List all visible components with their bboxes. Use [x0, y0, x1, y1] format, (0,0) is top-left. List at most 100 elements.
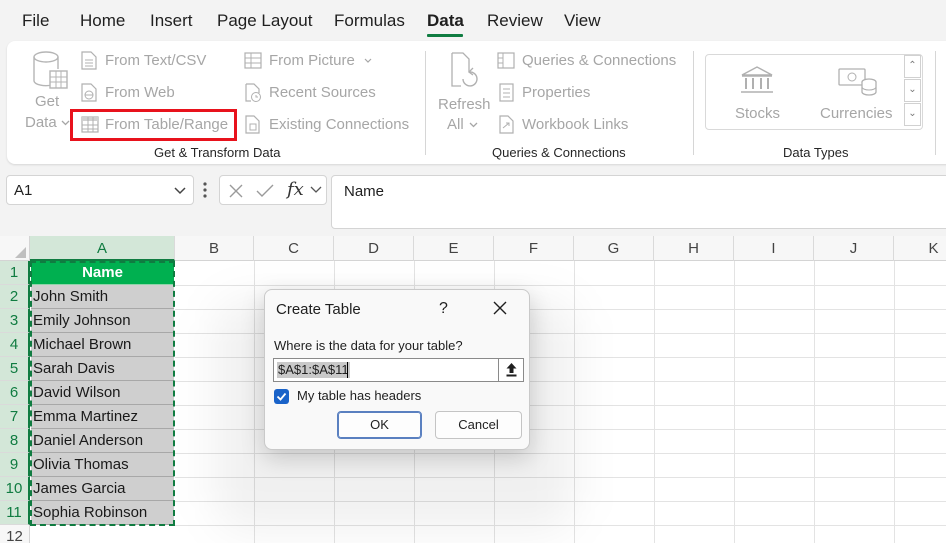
tab-review[interactable]: Review [487, 11, 543, 31]
row-header-4[interactable]: 4 [0, 333, 30, 357]
column-header-i[interactable]: I [734, 236, 814, 261]
picture-table-icon [244, 52, 262, 69]
cell-a10[interactable]: James Garcia [31, 477, 174, 501]
column-header-e[interactable]: E [414, 236, 494, 261]
name-box[interactable]: A1 [6, 175, 194, 205]
row-header-2[interactable]: 2 [0, 285, 30, 309]
cell-a3[interactable]: Emily Johnson [31, 309, 174, 333]
gallery-expand-button[interactable]: ⌄ [904, 103, 921, 126]
column-header-a[interactable]: A [30, 236, 175, 261]
close-icon[interactable] [493, 301, 507, 315]
scroll-down-button[interactable]: ⌄ [904, 79, 921, 102]
queries-connections-button[interactable]: Queries & Connections [497, 50, 687, 72]
from-picture-label: From Picture [269, 52, 355, 69]
properties-label: Properties [522, 84, 591, 101]
group-label-queries: Queries & Connections [492, 145, 626, 160]
from-text-csv-button[interactable]: From Text/CSV [81, 50, 241, 72]
tab-formulas[interactable]: Formulas [334, 11, 405, 31]
chevron-down-icon [469, 122, 478, 128]
recent-sources-icon [245, 83, 261, 102]
tab-data[interactable]: Data [427, 11, 464, 31]
cell-a2[interactable]: John Smith [31, 285, 174, 309]
text-file-icon [81, 51, 97, 70]
existing-connections-button[interactable]: Existing Connections [244, 114, 424, 136]
tab-file[interactable]: File [22, 11, 49, 31]
ribbon: Get Data From Text/CSV From Web From Tab… [7, 41, 946, 164]
cancel-entry-icon[interactable] [228, 183, 244, 199]
column-header-h[interactable]: H [654, 236, 734, 261]
headers-checkbox-label[interactable]: My table has headers [297, 388, 421, 403]
tab-home[interactable]: Home [80, 11, 125, 31]
select-all-corner[interactable] [0, 236, 30, 261]
column-header-j[interactable]: J [814, 236, 894, 261]
cell-a9[interactable]: Olivia Thomas [31, 453, 174, 477]
help-button[interactable]: ? [439, 300, 448, 318]
row-header-6[interactable]: 6 [0, 381, 30, 405]
data-types-gallery: Stocks Currencies [705, 54, 923, 130]
cell-a5[interactable]: Sarah Davis [31, 357, 174, 381]
tab-view[interactable]: View [564, 11, 601, 31]
column-header-g[interactable]: G [574, 236, 654, 261]
from-text-csv-label: From Text/CSV [105, 52, 207, 69]
row-header-10[interactable]: 10 [0, 477, 30, 501]
row-header-11[interactable]: 11 [0, 501, 30, 525]
row-header-3[interactable]: 3 [0, 309, 30, 333]
workbook-links-button[interactable]: Workbook Links [497, 114, 647, 136]
chevron-down-icon [61, 120, 70, 126]
row-header-8[interactable]: 8 [0, 429, 30, 453]
row-header-9[interactable]: 9 [0, 453, 30, 477]
group-separator [425, 51, 426, 155]
column-header-c[interactable]: C [254, 236, 334, 261]
scroll-up-button[interactable]: ⌃ [904, 55, 921, 78]
from-web-button[interactable]: From Web [81, 82, 241, 104]
formula-input[interactable]: Name [331, 175, 946, 229]
refresh-label-2: All [447, 116, 464, 133]
column-header-row: A B C D E F G H I J K [0, 236, 946, 261]
chevron-down-icon [364, 58, 372, 63]
refresh-all-button[interactable]: Refresh All [435, 49, 493, 133]
stocks-button[interactable]: Stocks [718, 58, 794, 126]
cell-a8[interactable]: Daniel Anderson [31, 429, 174, 453]
properties-button[interactable]: Properties [497, 82, 617, 104]
row-header-12[interactable]: 12 [0, 525, 30, 543]
cancel-button[interactable]: Cancel [435, 411, 522, 439]
headers-checkbox[interactable] [274, 389, 289, 404]
cell-a1[interactable]: Name [31, 261, 174, 285]
cell-a11[interactable]: Sophia Robinson [31, 501, 174, 525]
row-header-1[interactable]: 1 [0, 261, 30, 285]
range-input-value: $A$1:$A$11 [277, 362, 350, 378]
currencies-label: Currencies [820, 105, 893, 122]
collapse-dialog-button[interactable] [498, 359, 523, 381]
currencies-button[interactable]: Currencies [812, 58, 900, 126]
row-header-5[interactable]: 5 [0, 357, 30, 381]
formula-controls: fx [219, 175, 327, 205]
more-options-icon[interactable] [202, 180, 208, 200]
column-header-b[interactable]: B [175, 236, 254, 261]
row-header-7[interactable]: 7 [0, 405, 30, 429]
menu-bar: File Home Insert Page Layout Formulas Da… [0, 0, 946, 40]
ok-button[interactable]: OK [337, 411, 422, 439]
confirm-entry-icon[interactable] [256, 183, 274, 199]
get-data-button[interactable]: Get Data [19, 49, 71, 133]
tab-page-layout[interactable]: Page Layout [217, 11, 312, 31]
chevron-down-icon[interactable] [310, 186, 322, 194]
column-header-f[interactable]: F [494, 236, 574, 261]
group-label-get-transform: Get & Transform Data [154, 145, 281, 160]
cell-a6[interactable]: David Wilson [31, 381, 174, 405]
group-separator [935, 51, 936, 155]
name-box-value: A1 [14, 182, 33, 199]
recent-sources-button[interactable]: Recent Sources [244, 82, 394, 104]
stocks-label: Stocks [735, 105, 781, 122]
chevron-down-icon[interactable] [173, 183, 187, 197]
tab-insert[interactable]: Insert [150, 11, 193, 31]
from-picture-button[interactable]: From Picture [244, 50, 374, 72]
cell-a7[interactable]: Emma Martinez [31, 405, 174, 429]
range-input[interactable]: $A$1:$A$11 [273, 358, 524, 382]
insert-function-icon[interactable]: fx [287, 179, 304, 200]
column-header-d[interactable]: D [334, 236, 414, 261]
gridline [175, 285, 946, 286]
checkmark-icon [276, 392, 287, 401]
dialog-title: Create Table [276, 301, 361, 318]
column-header-k[interactable]: K [894, 236, 946, 261]
cell-a4[interactable]: Michael Brown [31, 333, 174, 357]
